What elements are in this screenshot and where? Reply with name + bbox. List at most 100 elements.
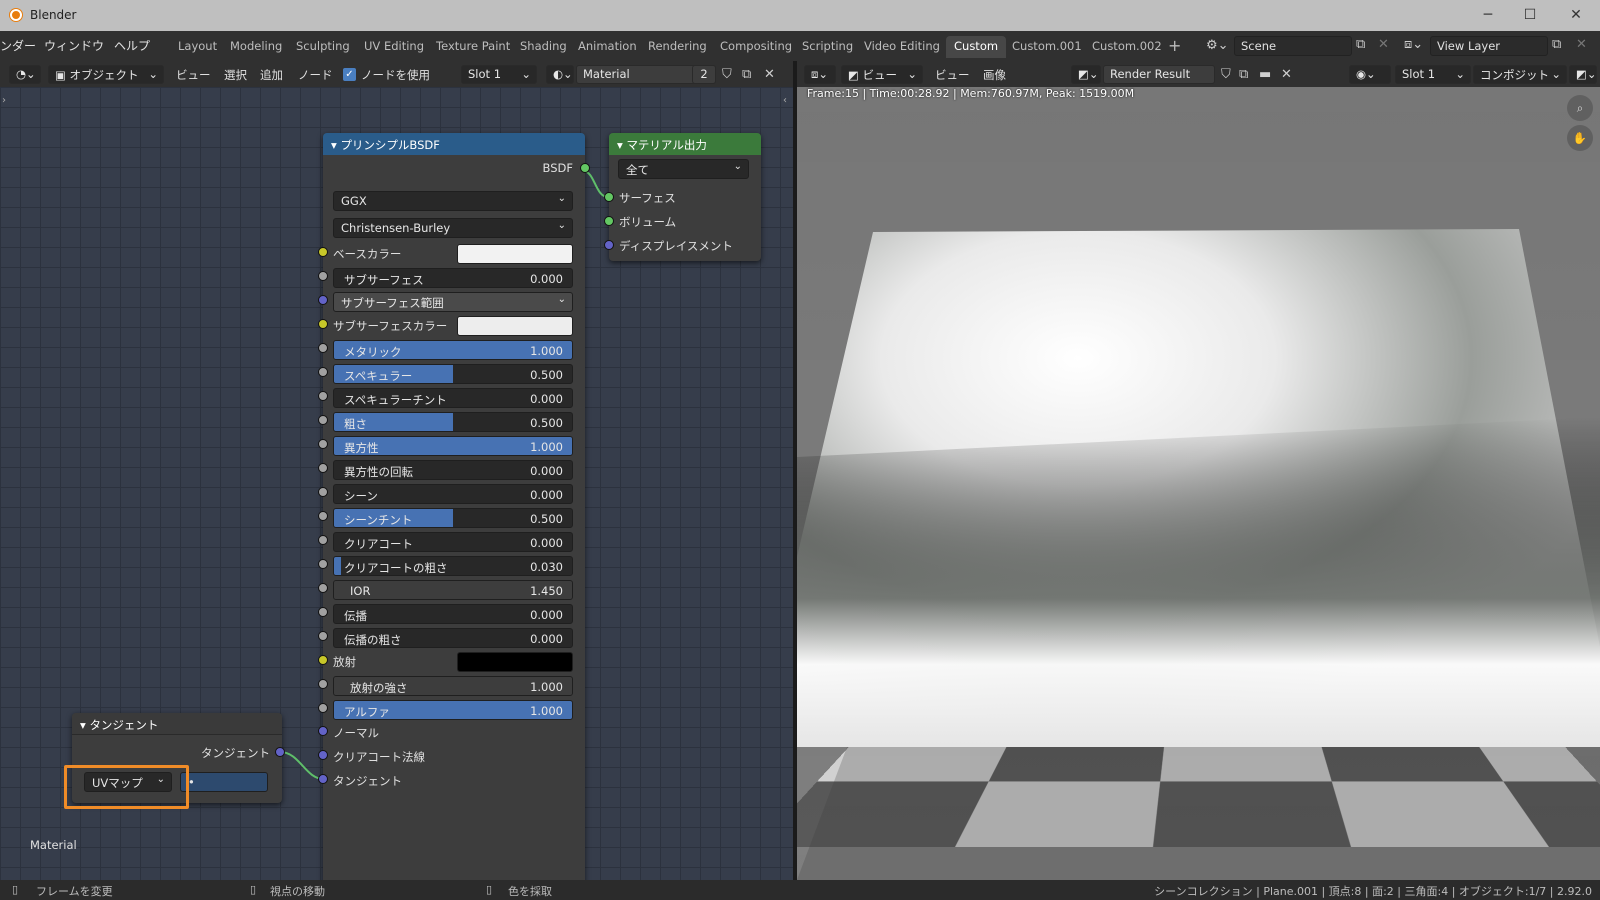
- copy-view-layer-icon[interactable]: ⧉: [1552, 37, 1561, 52]
- menu-render[interactable]: ンダー: [0, 37, 36, 54]
- bsdf-slider-12[interactable]: 伝播の粗さ 0.000: [333, 628, 573, 648]
- output-node-header[interactable]: ▾ マテリアル出力: [609, 133, 761, 155]
- slider-socket-12[interactable]: [318, 631, 328, 641]
- material-output-node[interactable]: ▾ マテリアル出力 全て ⌄ サーフェス ボリューム ディスプレイスメント: [604, 133, 761, 261]
- material-browse-button[interactable]: ◐⌄: [546, 65, 574, 84]
- slider-socket-6[interactable]: [318, 487, 328, 497]
- bsdf-output-socket[interactable]: [580, 163, 590, 173]
- menu-add[interactable]: 追加: [260, 67, 283, 83]
- alpha-socket[interactable]: [318, 703, 328, 713]
- bsdf-slider-5[interactable]: 異方性の回転 0.000: [333, 460, 573, 480]
- tab-custom-002[interactable]: Custom.002: [1084, 36, 1170, 58]
- use-nodes-checkbox[interactable]: ✓: [343, 68, 356, 81]
- bsdf-slider-0[interactable]: メタリック 1.000: [333, 340, 573, 360]
- render-result-image[interactable]: Frame:15 | Time:00:28.92 | Mem:760.97M, …: [797, 87, 1600, 880]
- zoom-icon[interactable]: ⌕: [1567, 95, 1593, 121]
- tab-shading[interactable]: Shading: [512, 36, 575, 58]
- bsdf-slider-6[interactable]: シーン 0.000: [333, 484, 573, 504]
- remove-scene-icon[interactable]: ✕: [1378, 37, 1389, 52]
- duplicate-material-icon[interactable]: ⧉: [742, 67, 751, 82]
- slider-socket-5[interactable]: [318, 463, 328, 473]
- tab-animation[interactable]: Animation: [570, 36, 645, 58]
- distribution-dropdown[interactable]: GGX ⌄: [333, 191, 573, 211]
- alpha-slider[interactable]: アルファ 1.000: [333, 700, 573, 720]
- scopes-button[interactable]: ◩⌄: [1569, 65, 1597, 84]
- add-workspace-button[interactable]: +: [1168, 36, 1181, 55]
- minimize-button[interactable]: ─: [1476, 5, 1500, 25]
- tab-sculpting[interactable]: Sculpting: [288, 36, 358, 58]
- tab-scripting[interactable]: Scripting: [794, 36, 861, 58]
- bsdf-slider-11[interactable]: 伝播 0.000: [333, 604, 573, 624]
- close-button[interactable]: ✕: [1564, 5, 1588, 25]
- mode-dropdown[interactable]: ▣ オブジェクト ⌄: [48, 65, 164, 84]
- volume-socket[interactable]: [604, 216, 614, 226]
- scene-icon[interactable]: ⚙⌄: [1206, 38, 1229, 53]
- menu-node[interactable]: ノード: [298, 67, 333, 83]
- display-channels-button[interactable]: ◉⌄: [1349, 65, 1391, 84]
- menu-view[interactable]: ビュー: [176, 67, 211, 83]
- sidebar-toggle-icon[interactable]: ‹: [783, 95, 787, 106]
- displacement-socket[interactable]: [604, 240, 614, 250]
- tab-compositing[interactable]: Compositing: [712, 36, 800, 58]
- unlink-image-icon[interactable]: ✕: [1281, 67, 1292, 82]
- emission-strength-socket[interactable]: [318, 679, 328, 689]
- tab-texture-paint[interactable]: Texture Paint: [428, 36, 518, 58]
- image-menu-view[interactable]: ビュー: [935, 67, 970, 83]
- slider-socket-8[interactable]: [318, 535, 328, 545]
- slider-socket-7[interactable]: [318, 511, 328, 521]
- node-editor-canvas[interactable]: ▾ プリンシプルBSDF BSDF GGX ⌄ Christensen-Burle…: [0, 87, 793, 880]
- slider-socket-11[interactable]: [318, 607, 328, 617]
- slider-socket-4[interactable]: [318, 439, 328, 449]
- bsdf-slider-4[interactable]: 異方性 1.000: [333, 436, 573, 456]
- subsurface-radius-dropdown[interactable]: サブサーフェス範囲 ⌄: [333, 292, 573, 312]
- view-layer-field[interactable]: View Layer: [1430, 36, 1548, 56]
- tangent-input-socket[interactable]: [318, 774, 328, 784]
- emission-strength-slider[interactable]: 放射の強さ 1.000: [333, 676, 573, 696]
- render-layer-dropdown[interactable]: コンポジット ⌄: [1473, 65, 1567, 84]
- tab-rendering[interactable]: Rendering: [640, 36, 715, 58]
- menu-window[interactable]: ウィンドウ: [44, 37, 104, 54]
- slider-socket-1[interactable]: [318, 367, 328, 377]
- bsdf-slider-7[interactable]: シーンチント 0.500: [333, 508, 573, 528]
- bsdf-node-header[interactable]: ▾ プリンシプルBSDF: [323, 133, 585, 155]
- render-slot-dropdown[interactable]: Slot 1 ⌄: [1395, 65, 1471, 84]
- tab-modeling[interactable]: Modeling: [222, 36, 290, 58]
- new-image-icon[interactable]: ⧉: [1239, 67, 1248, 82]
- tab-layout[interactable]: Layout: [170, 36, 225, 58]
- clearcoat-normal-socket[interactable]: [318, 750, 328, 760]
- maximize-button[interactable]: ☐: [1518, 5, 1542, 25]
- bsdf-slider-2[interactable]: スペキュラーチント 0.000: [333, 388, 573, 408]
- remove-view-layer-icon[interactable]: ✕: [1576, 37, 1587, 52]
- tab-custom[interactable]: Custom: [946, 36, 1007, 58]
- tangent-output-socket[interactable]: [275, 747, 285, 757]
- tangent-node-header[interactable]: ▾ タンジェント: [72, 713, 282, 735]
- subsurface-socket[interactable]: [318, 271, 328, 281]
- tab-uv-editing[interactable]: UV Editing: [356, 36, 432, 58]
- view-layer-icon[interactable]: ⧈⌄: [1404, 37, 1423, 52]
- subsurface-color-swatch[interactable]: [457, 316, 573, 336]
- open-image-icon[interactable]: ▬: [1259, 67, 1271, 82]
- uv-map-field[interactable]: •: [180, 772, 268, 792]
- base-color-socket[interactable]: [318, 247, 328, 257]
- bsdf-slider-10[interactable]: IOR 1.450: [333, 580, 573, 600]
- image-name-field[interactable]: Render Result: [1103, 65, 1215, 84]
- bsdf-slider-1[interactable]: スペキュラー 0.500: [333, 364, 573, 384]
- slider-socket-10[interactable]: [318, 583, 328, 593]
- slider-socket-2[interactable]: [318, 391, 328, 401]
- subsurface-color-socket[interactable]: [318, 319, 328, 329]
- image-browse-button[interactable]: ◩⌄: [1071, 65, 1101, 84]
- toolbar-toggle-icon[interactable]: ›: [2, 95, 6, 106]
- copy-scene-icon[interactable]: ⧉: [1356, 37, 1365, 52]
- bsdf-slider-3[interactable]: 粗さ 0.500: [333, 412, 573, 432]
- slider-socket-0[interactable]: [318, 343, 328, 353]
- scene-field[interactable]: Scene: [1234, 36, 1352, 56]
- emission-color-swatch[interactable]: [457, 652, 573, 672]
- editor-type-button[interactable]: ◔⌄: [9, 65, 41, 84]
- base-color-swatch[interactable]: [457, 244, 573, 264]
- image-view-mode-dropdown[interactable]: ◩ ビュー ⌄: [841, 65, 923, 84]
- image-editor-type-button[interactable]: ⧈⌄: [804, 65, 836, 84]
- material-users-count[interactable]: 2: [692, 65, 716, 84]
- pan-hand-icon[interactable]: ✋: [1567, 125, 1593, 151]
- output-target-dropdown[interactable]: 全て ⌄: [618, 159, 749, 179]
- bsdf-slider-9[interactable]: クリアコートの粗さ 0.030: [333, 556, 573, 576]
